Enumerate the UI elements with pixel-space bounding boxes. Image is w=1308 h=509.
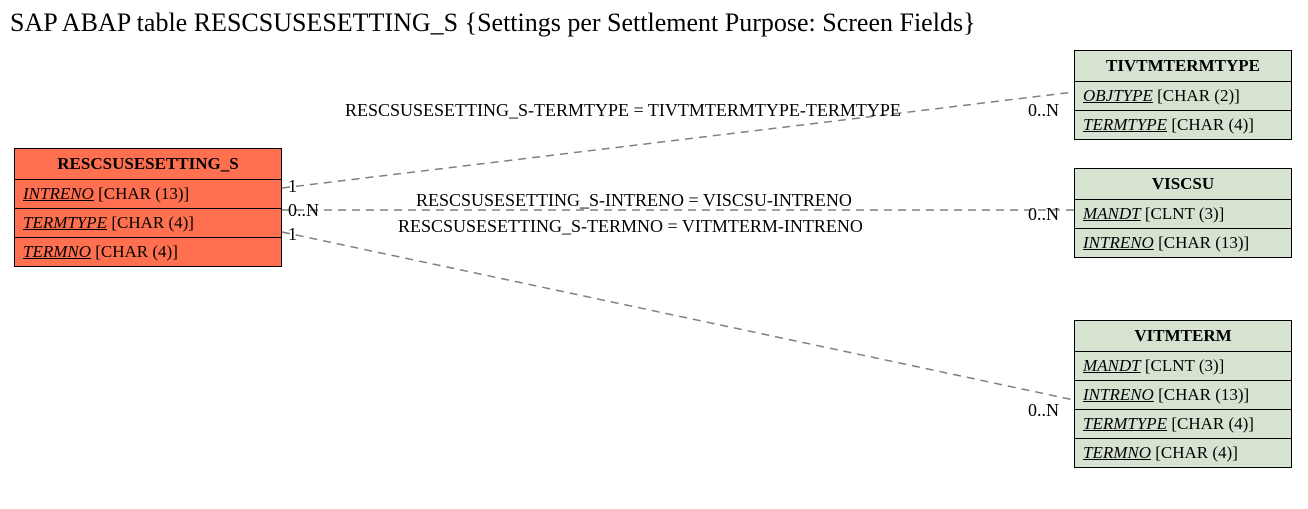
field-name: INTRENO	[23, 184, 94, 203]
page-title: SAP ABAP table RESCSUSESETTING_S {Settin…	[10, 8, 976, 38]
field-type: [CHAR (13)]	[1158, 233, 1249, 252]
field-name: INTRENO	[1083, 233, 1154, 252]
entity-header: RESCSUSESETTING_S	[15, 149, 281, 180]
field-name: TERMTYPE	[1083, 115, 1167, 134]
field-type: [CHAR (13)]	[1158, 385, 1249, 404]
entity-field: MANDT [CLNT (3)]	[1075, 352, 1291, 381]
field-type: [CHAR (13)]	[98, 184, 189, 203]
field-type: [CHAR (4)]	[111, 213, 194, 232]
entity-field: OBJTYPE [CHAR (2)]	[1075, 82, 1291, 111]
field-type: [CHAR (4)]	[95, 242, 178, 261]
field-type: [CLNT (3)]	[1145, 204, 1224, 223]
entity-field: MANDT [CLNT (3)]	[1075, 200, 1291, 229]
entity-header: TIVTMTERMTYPE	[1075, 51, 1291, 82]
cardinality-label: 1	[288, 224, 297, 245]
edge-label: RESCSUSESETTING_S-TERMTYPE = TIVTMTERMTY…	[345, 100, 901, 121]
entity-header: VITMTERM	[1075, 321, 1291, 352]
entity-field: TERMTYPE [CHAR (4)]	[1075, 111, 1291, 139]
field-name: TERMTYPE	[23, 213, 107, 232]
entity-field: INTRENO [CHAR (13)]	[1075, 229, 1291, 257]
edge-label: RESCSUSESETTING_S-INTRENO = VISCSU-INTRE…	[416, 190, 852, 211]
entity-header: VISCSU	[1075, 169, 1291, 200]
field-type: [CHAR (4)]	[1171, 414, 1254, 433]
cardinality-label: 0..N	[1028, 400, 1059, 421]
field-name: TERMTYPE	[1083, 414, 1167, 433]
cardinality-label: 0..N	[1028, 204, 1059, 225]
entity-field: TERMTYPE [CHAR (4)]	[1075, 410, 1291, 439]
entity-rescsusesetting-s: RESCSUSESETTING_S INTRENO [CHAR (13)] TE…	[14, 148, 282, 267]
cardinality-label: 1	[288, 176, 297, 197]
entity-vitmterm: VITMTERM MANDT [CLNT (3)] INTRENO [CHAR …	[1074, 320, 1292, 468]
field-type: [CLNT (3)]	[1145, 356, 1224, 375]
field-name: TERMNO	[23, 242, 91, 261]
entity-field: TERMTYPE [CHAR (4)]	[15, 209, 281, 238]
cardinality-label: 0..N	[1028, 100, 1059, 121]
edge-label: RESCSUSESETTING_S-TERMNO = VITMTERM-INTR…	[398, 216, 863, 237]
entity-field: TERMNO [CHAR (4)]	[15, 238, 281, 266]
field-name: TERMNO	[1083, 443, 1151, 462]
entity-viscsu: VISCSU MANDT [CLNT (3)] INTRENO [CHAR (1…	[1074, 168, 1292, 258]
field-name: MANDT	[1083, 356, 1141, 375]
cardinality-label: 0..N	[288, 200, 319, 221]
field-type: [CHAR (2)]	[1157, 86, 1240, 105]
entity-field: TERMNO [CHAR (4)]	[1075, 439, 1291, 467]
field-name: OBJTYPE	[1083, 86, 1153, 105]
field-name: INTRENO	[1083, 385, 1154, 404]
entity-tivtmtermtype: TIVTMTERMTYPE OBJTYPE [CHAR (2)] TERMTYP…	[1074, 50, 1292, 140]
field-name: MANDT	[1083, 204, 1141, 223]
field-type: [CHAR (4)]	[1155, 443, 1238, 462]
entity-field: INTRENO [CHAR (13)]	[1075, 381, 1291, 410]
entity-field: INTRENO [CHAR (13)]	[15, 180, 281, 209]
field-type: [CHAR (4)]	[1171, 115, 1254, 134]
